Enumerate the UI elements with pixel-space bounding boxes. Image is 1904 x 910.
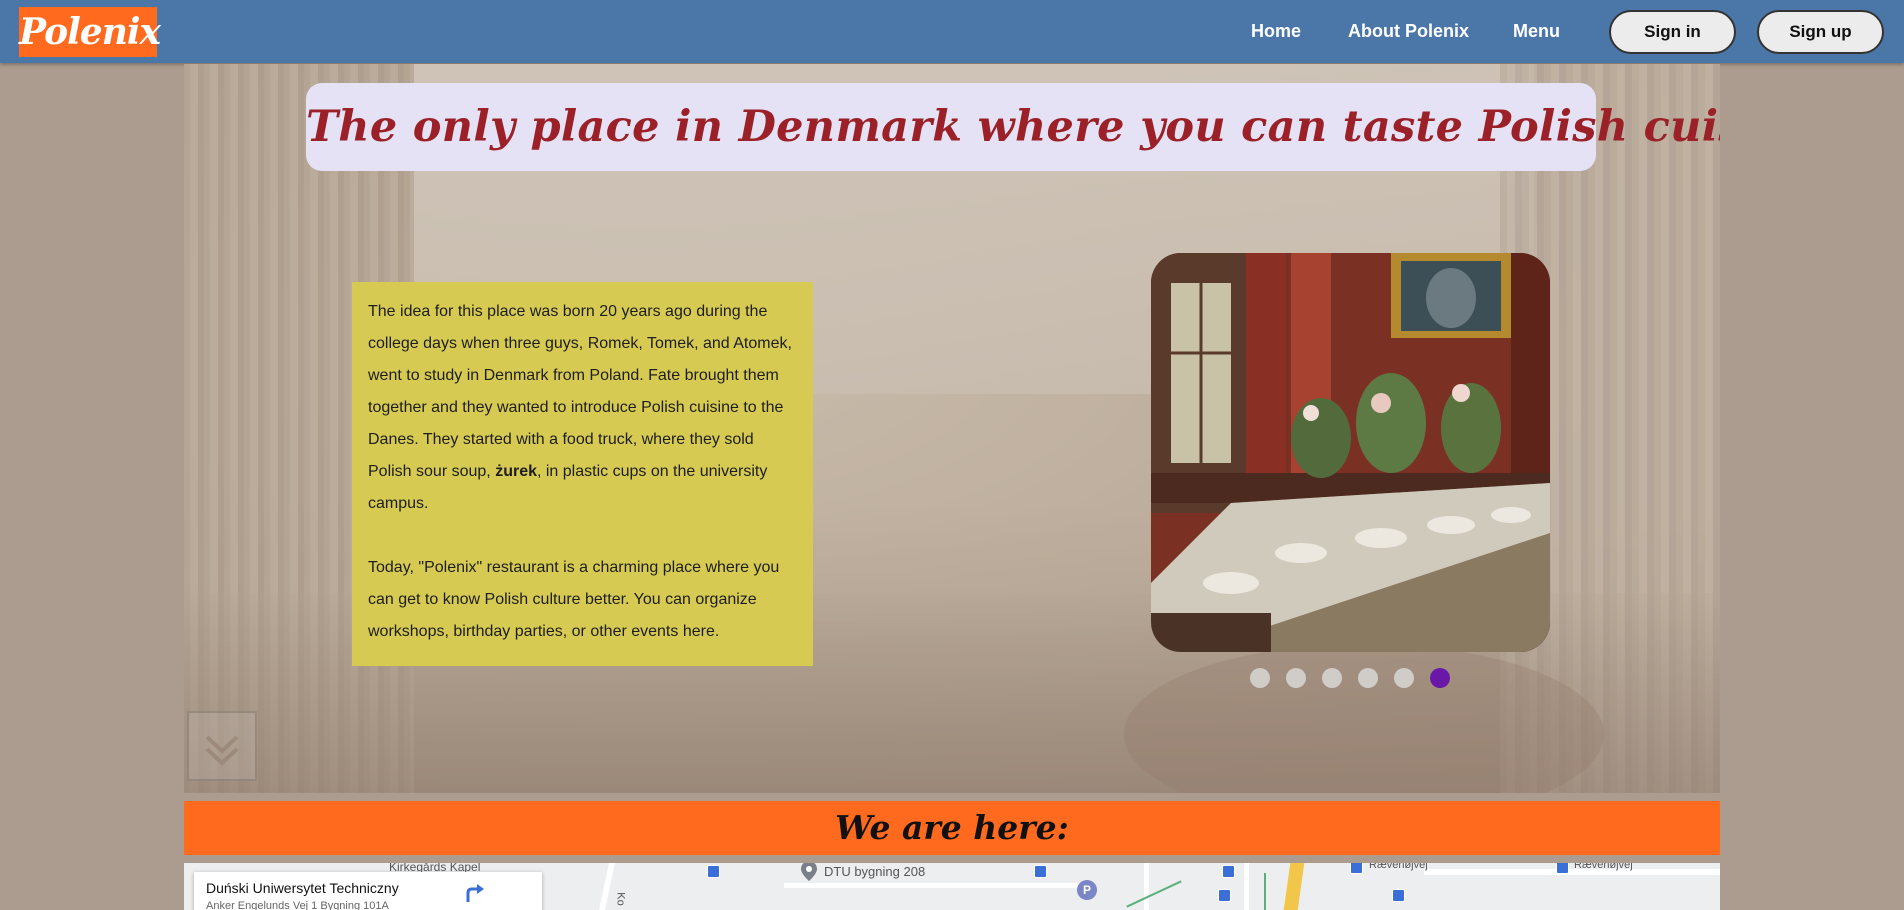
location-heading: We are here:: [835, 808, 1069, 847]
parking-icon[interactable]: P: [1077, 880, 1097, 900]
carousel-dot[interactable]: [1250, 668, 1270, 688]
navbar: Polenix Home About Polenix Menu Sign in …: [0, 0, 1904, 63]
hero-section: The only place in Denmark where you can …: [184, 64, 1720, 793]
map-label-side-street: Ko: [614, 892, 627, 906]
carousel-photo[interactable]: [1151, 253, 1550, 652]
map-road: [784, 883, 1084, 888]
location-heading-bar: We are here:: [184, 801, 1720, 855]
map-pin-icon[interactable]: [801, 863, 817, 881]
headline-banner: The only place in Denmark where you can …: [306, 83, 1720, 171]
directions-icon[interactable]: [464, 882, 486, 904]
story-box: The idea for this place was born 20 year…: [352, 282, 813, 666]
map-place-address: Anker Engelunds Vej 1 Bygning 101A: [206, 900, 389, 910]
bus-stop-icon[interactable]: [707, 865, 720, 878]
map-label-road-2: Rævehøjvej: [1574, 863, 1633, 871]
story-bold-word: żurek: [495, 463, 537, 480]
story-paragraph-1: The idea for this place was born 20 year…: [368, 296, 797, 520]
carousel-dot-active[interactable]: [1430, 668, 1450, 688]
bus-stop-icon[interactable]: [1222, 865, 1235, 878]
carousel-dot[interactable]: [1358, 668, 1378, 688]
bus-stop-icon[interactable]: [1350, 863, 1363, 874]
nav-link-menu[interactable]: Menu: [1513, 0, 1560, 63]
map-place-card[interactable]: Duński Uniwersytet Techniczny Anker Enge…: [194, 872, 542, 910]
map-road: [1424, 869, 1720, 875]
bus-stop-icon[interactable]: [1392, 889, 1405, 902]
map-road: [1244, 863, 1249, 910]
map-road: [1144, 863, 1149, 910]
carousel-dot[interactable]: [1322, 668, 1342, 688]
bus-stop-icon[interactable]: [1034, 865, 1047, 878]
sign-up-button[interactable]: Sign up: [1757, 10, 1884, 54]
story-text-1: The idea for this place was born 20 year…: [368, 303, 792, 480]
map-transit-line: [1264, 873, 1266, 910]
carousel-dot[interactable]: [1286, 668, 1306, 688]
scroll-down-button[interactable]: [187, 711, 257, 781]
nav-link-home[interactable]: Home: [1251, 0, 1301, 63]
map-label-road-1: Rævehøjvej: [1369, 863, 1428, 871]
map-embed[interactable]: Kirkegårds Kapel DTU bygning 208 Rævehøj…: [184, 863, 1720, 910]
dining-room-photo-icon: [1151, 253, 1550, 652]
logo[interactable]: Polenix: [19, 7, 161, 57]
map-road: [599, 863, 615, 910]
carousel-dot[interactable]: [1394, 668, 1414, 688]
chevron-down-icon: [205, 735, 239, 766]
bus-stop-icon[interactable]: [1556, 863, 1569, 874]
sign-in-button[interactable]: Sign in: [1609, 10, 1736, 54]
story-paragraph-2: Today, "Polenix" restaurant is a charmin…: [368, 559, 780, 640]
nav-link-about[interactable]: About Polenix: [1348, 0, 1469, 63]
headline: The only place in Denmark where you can …: [306, 102, 1720, 152]
map-highway: [1283, 863, 1305, 910]
map-place-title[interactable]: Duński Uniwersytet Techniczny: [206, 880, 399, 896]
map-transit-line: [1126, 880, 1182, 908]
map-label-building: DTU bygning 208: [824, 864, 926, 879]
bus-stop-icon[interactable]: [1218, 889, 1231, 902]
